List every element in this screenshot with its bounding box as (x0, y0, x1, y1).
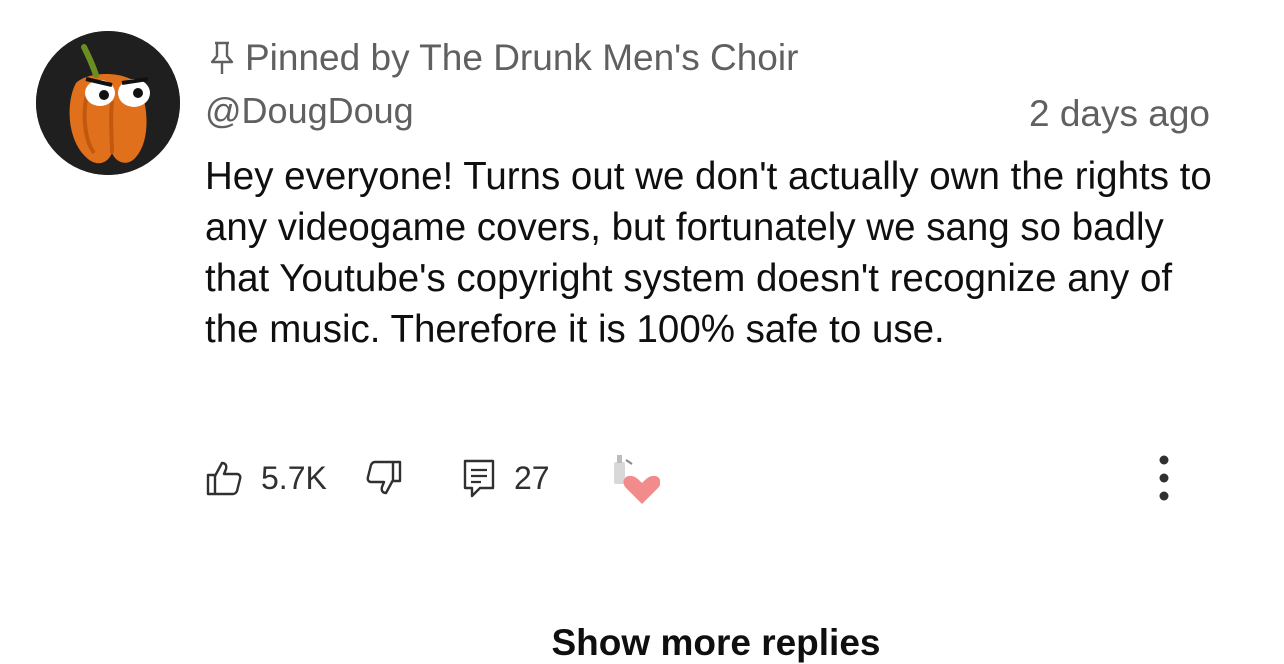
more-options-button[interactable] (1150, 452, 1178, 504)
pin-icon (210, 41, 234, 74)
pinned-label: Pinned by The Drunk Men's Choir (207, 36, 798, 80)
pinned-label-text: Pinned by The Drunk Men's Choir (245, 37, 799, 78)
comment-text: Hey everyone! Turns out we don't actuall… (205, 155, 1212, 351)
reply-count: 27 (514, 459, 550, 496)
comment-icon (463, 459, 495, 498)
pinned-comment: Pinned by The Drunk Men's Choir @DougDou… (0, 0, 1284, 664)
show-more-replies-button[interactable]: Show more replies (0, 622, 1284, 664)
thumbs-down-icon (366, 460, 402, 495)
like-button[interactable]: 5.7K (205, 452, 327, 504)
bell-pepper-icon (36, 31, 180, 175)
creator-heart-icon (614, 455, 660, 504)
creator-heart (608, 452, 660, 504)
author-handle[interactable]: @DougDoug (205, 90, 414, 132)
like-count: 5.7K (261, 459, 327, 496)
reply-button[interactable]: 27 (462, 452, 550, 504)
comment-action-bar: 5.7K 27 (205, 452, 1205, 504)
comment-timestamp: 2 days ago (1028, 93, 1210, 134)
dislike-button[interactable] (365, 452, 403, 504)
more-vertical-icon (1159, 455, 1169, 501)
thumbs-up-icon (206, 461, 242, 496)
author-avatar[interactable] (36, 31, 180, 175)
